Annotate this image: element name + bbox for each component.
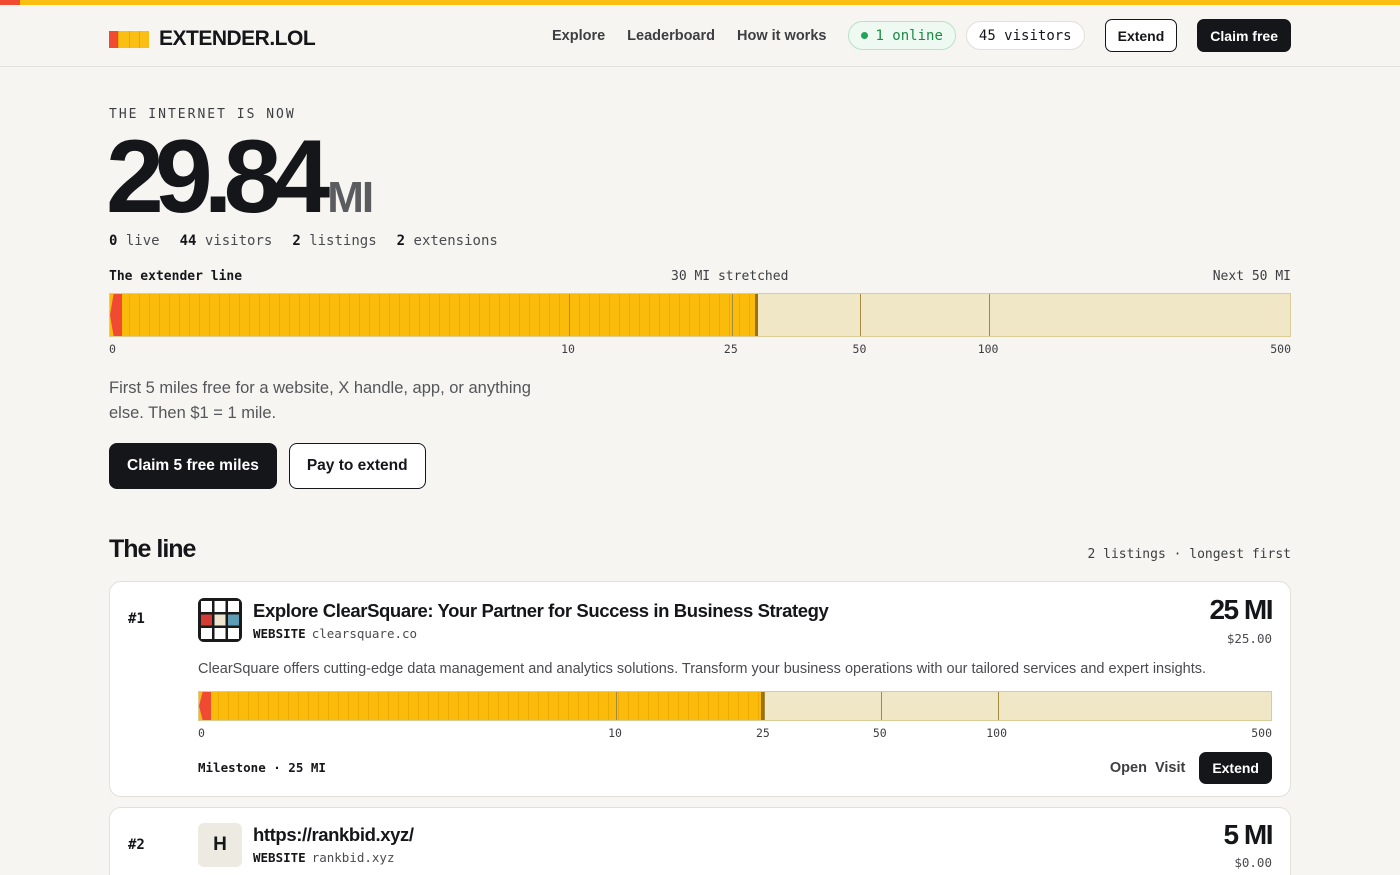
nav-leaderboard[interactable]: Leaderboard xyxy=(627,28,715,44)
listing-line-ticks: 0 10 25 50 100 500 xyxy=(198,726,1272,740)
line-tick-mark xyxy=(616,692,617,720)
listing-rank: #1 xyxy=(128,611,145,627)
stat-live: 0 live xyxy=(109,233,160,249)
line-tick-mark xyxy=(997,692,999,720)
listing-domain: clearsquare.co xyxy=(311,626,418,641)
extender-line-track xyxy=(109,293,1291,337)
listing-milestone: Milestone · 25 MI xyxy=(198,760,326,775)
listing-actions: Open Visit Extend xyxy=(1110,752,1272,784)
listing-miles: 25 MI xyxy=(1209,594,1273,625)
listing-price: $25.00 xyxy=(1226,631,1272,646)
pricing-description: First 5 miles free for a website, X hand… xyxy=(109,379,531,422)
hero-value: 29.84 xyxy=(106,119,330,235)
line-next: Next 50 MI xyxy=(1212,269,1291,284)
line-tick-label: 50 xyxy=(852,342,867,356)
cta-group: Claim 5 free miles Pay to extend xyxy=(109,443,438,489)
stat-extensions: 2 extensions xyxy=(396,233,498,249)
listing-thumbnail[interactable] xyxy=(198,598,242,642)
nav-how-it-works[interactable]: How it works xyxy=(737,28,826,44)
logo-mark-icon xyxy=(109,30,149,48)
line-tick-label: 0 xyxy=(109,342,116,356)
pay-to-extend-button[interactable]: Pay to extend xyxy=(288,443,426,489)
listing-subtitle: WEBSITE rankbid.xyz xyxy=(253,850,394,865)
line-tick-label: 10 xyxy=(561,342,575,356)
line-tick-mark xyxy=(989,294,991,336)
listing-domain: rankbid.xyz xyxy=(311,850,395,865)
stats-row: 0 live 44 visitors 2 listings 2 extensio… xyxy=(109,233,518,249)
line-tick-label: 100 xyxy=(986,726,1008,740)
section-meta: 2 listings · longest first xyxy=(1087,547,1292,562)
listing-thumbnail[interactable]: H xyxy=(198,823,242,867)
visitors-badge: 45 visitors xyxy=(965,21,1085,50)
line-tick-label: 10 xyxy=(608,726,622,740)
line-tick-mark xyxy=(731,294,733,336)
listing-title[interactable]: Explore ClearSquare: Your Partner for Su… xyxy=(253,600,829,622)
line-tick-label: 500 xyxy=(1270,342,1291,356)
fill-endcap xyxy=(754,294,758,336)
listing-line-fill xyxy=(199,692,764,720)
online-count: 1 online xyxy=(875,27,943,44)
line-tick-mark xyxy=(880,692,882,720)
line-tick-mark xyxy=(763,692,765,720)
logo[interactable]: EXTENDER.LOL xyxy=(109,27,316,51)
line-tick-label: 25 xyxy=(723,342,738,356)
line-tick-label: 500 xyxy=(1251,726,1272,740)
stat-listings: 2 listings xyxy=(292,233,377,249)
extender-line-fill xyxy=(110,294,758,336)
extender-line-ticks: 0 10 25 50 100 500 xyxy=(109,342,1291,356)
listing-open-link[interactable]: Open xyxy=(1110,760,1147,776)
listing-initial: H xyxy=(213,834,227,855)
line-tick-mark xyxy=(860,294,862,336)
listing-type: WEBSITE xyxy=(253,626,306,641)
listing-extend-button[interactable]: Extend xyxy=(1199,752,1272,784)
hero-total: 29.84 MI xyxy=(106,119,374,235)
line-tick-label: 25 xyxy=(756,726,770,740)
claim-free-button[interactable]: Claim free xyxy=(1197,19,1291,52)
listing-subtitle: WEBSITE clearsquare.co xyxy=(253,626,417,641)
listing-price: $0.00 xyxy=(1234,855,1272,870)
listing-rank: #2 xyxy=(128,837,145,853)
logo-text: EXTENDER.LOL xyxy=(159,27,316,50)
listing-card: #1 Explore ClearSquare: Your Partner for… xyxy=(109,581,1291,797)
line-title: The extender line xyxy=(109,269,243,284)
line-stretched: 30 MI stretched xyxy=(671,269,789,284)
stat-visitors: 44 visitors xyxy=(179,233,273,249)
main-nav: Explore Leaderboard How it works 1 onlin… xyxy=(552,19,1291,52)
section-title: The line xyxy=(109,535,196,563)
extend-button[interactable]: Extend xyxy=(1104,19,1178,52)
site-header: EXTENDER.LOL Explore Leaderboard How it … xyxy=(0,5,1400,67)
line-tick-mark xyxy=(569,294,571,336)
line-tick-label: 0 xyxy=(198,726,205,740)
visitors-count: 45 visitors xyxy=(978,27,1072,44)
listing-type: WEBSITE xyxy=(253,850,306,865)
claim-free-miles-button[interactable]: Claim 5 free miles xyxy=(109,443,277,489)
listing-title[interactable]: https://rankbid.xyz/ xyxy=(253,824,414,846)
nav-explore[interactable]: Explore xyxy=(552,28,605,44)
line-tick-label: 100 xyxy=(977,342,999,356)
listing-line-track xyxy=(198,691,1272,721)
hero-unit: MI xyxy=(327,173,374,222)
online-badge: 1 online xyxy=(848,21,956,50)
listing-miles: 5 MI xyxy=(1223,819,1274,850)
listing-visit-link[interactable]: Visit xyxy=(1155,760,1185,776)
line-tick-label: 50 xyxy=(872,726,887,740)
clearsquare-logo-icon xyxy=(198,598,242,642)
online-dot-icon xyxy=(861,32,869,39)
listing-card: #2 H https://rankbid.xyz/ WEBSITE rankbid… xyxy=(109,807,1291,875)
listing-description: ClearSquare offers cutting-edge data man… xyxy=(198,661,1207,677)
